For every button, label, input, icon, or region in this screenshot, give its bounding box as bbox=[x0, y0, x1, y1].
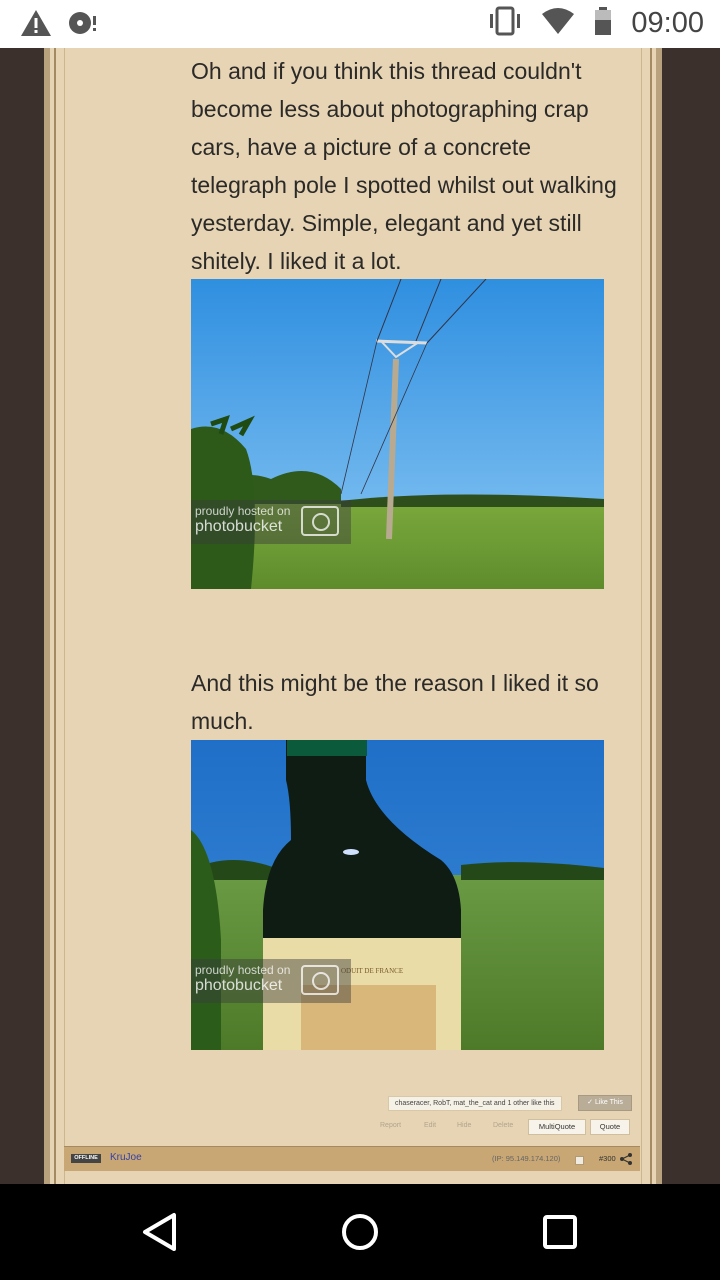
select-post-checkbox[interactable] bbox=[575, 1156, 584, 1165]
sync-disc-icon bbox=[66, 8, 98, 43]
navigation-bar bbox=[0, 1184, 720, 1280]
battery-icon bbox=[593, 6, 613, 41]
hide-link[interactable]: Hide bbox=[457, 1119, 471, 1133]
share-icon[interactable] bbox=[620, 1152, 632, 1170]
check-icon: ✓ bbox=[587, 1099, 595, 1106]
wine-bottle-photo[interactable]: ODUIT DE FRANCE proudly hosted on photob… bbox=[191, 740, 604, 1050]
username-link[interactable]: KruJoe bbox=[110, 1152, 142, 1163]
photobucket-watermark: proudly hosted on photobucket bbox=[191, 959, 351, 1003]
post-number-link[interactable]: #300 bbox=[599, 1154, 616, 1163]
forum-page: Oh and if you think this thread couldn't… bbox=[0, 48, 720, 1184]
clock: 09:00 bbox=[631, 7, 704, 39]
delete-link[interactable]: Delete bbox=[493, 1119, 513, 1133]
back-icon[interactable] bbox=[140, 1212, 180, 1257]
post-paragraph-2: And this might be the reason I liked it … bbox=[191, 670, 599, 734]
camera-icon bbox=[301, 506, 339, 536]
wifi-icon bbox=[541, 6, 575, 41]
recents-icon[interactable] bbox=[542, 1214, 578, 1255]
multiquote-button[interactable]: MultiQuote bbox=[528, 1119, 586, 1135]
post-paragraph-1: Oh and if you think this thread couldn't… bbox=[191, 58, 617, 274]
offline-badge: OFFLINE bbox=[71, 1154, 101, 1163]
warning-icon bbox=[20, 8, 52, 43]
edit-link[interactable]: Edit bbox=[424, 1119, 436, 1133]
ip-address: (IP: 95.149.174.120) bbox=[492, 1154, 561, 1163]
camera-icon bbox=[301, 965, 339, 995]
home-icon[interactable] bbox=[340, 1212, 380, 1257]
quote-button[interactable]: Quote bbox=[590, 1119, 630, 1135]
telegraph-pole-photo[interactable]: proudly hosted on photobucket bbox=[191, 279, 604, 589]
report-link[interactable]: Report bbox=[380, 1119, 401, 1133]
vibrate-icon bbox=[487, 6, 523, 41]
post-header-bar: OFFLINE KruJoe (IP: 95.149.174.120) #300 bbox=[64, 1146, 640, 1171]
likes-summary[interactable]: chaseracer, RobT, mat_the_cat and 1 othe… bbox=[388, 1096, 562, 1111]
status-bar: 09:00 bbox=[0, 0, 720, 48]
photobucket-watermark: proudly hosted on photobucket bbox=[191, 500, 351, 544]
like-button[interactable]: ✓ Like This bbox=[578, 1095, 632, 1111]
